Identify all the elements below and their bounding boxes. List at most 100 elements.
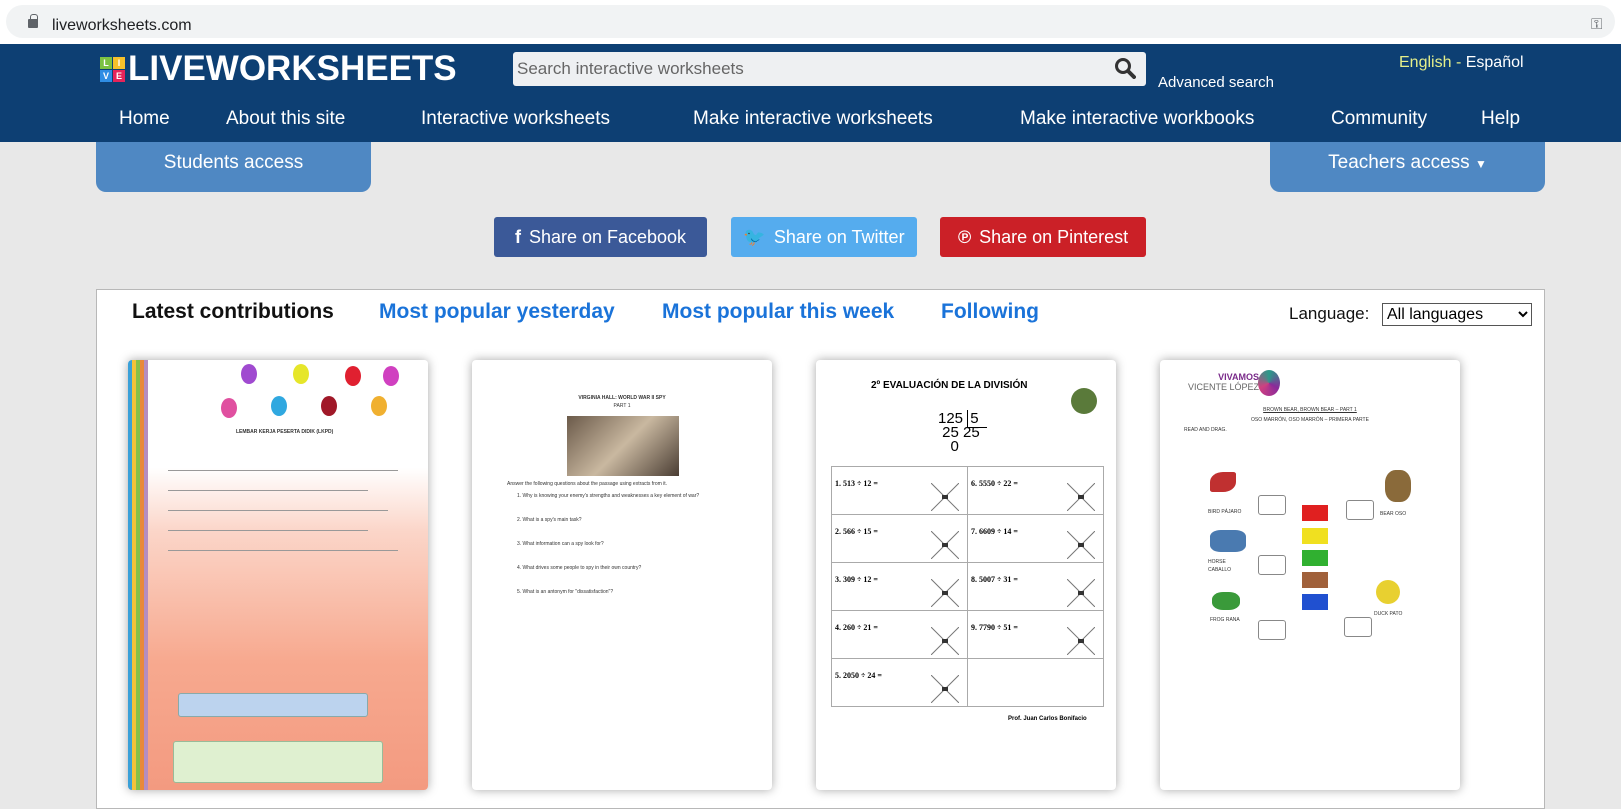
problem-row: 4. 260 ÷ 21 = 9. 7790 ÷ 51 = — [831, 610, 1104, 659]
lock-icon — [28, 14, 38, 28]
tab-most-popular-yesterday[interactable]: Most popular yesterday — [379, 300, 615, 324]
worksheet-author: Prof. Juan Carlos Bonifacio — [1008, 716, 1087, 722]
drop-box[interactable] — [1258, 555, 1286, 575]
vivamos-logo: VIVAMOS VICENTE LÓPEZ — [1188, 372, 1259, 392]
drop-box[interactable] — [1344, 617, 1372, 637]
share-twitter-label: Share on Twitter — [773, 226, 905, 247]
bear-image — [1385, 470, 1411, 502]
nav-home[interactable]: Home — [119, 108, 170, 130]
nav-community[interactable]: Community — [1331, 108, 1427, 130]
drop-box[interactable] — [1346, 500, 1374, 520]
multiply-mark-icon — [1067, 531, 1095, 559]
nav-about[interactable]: About this site — [226, 108, 345, 130]
problem-row: 1. 513 ÷ 12 = 6. 5550 ÷ 22 = — [831, 466, 1104, 515]
search-box — [513, 52, 1146, 86]
teachers-access-button[interactable]: Teachers access ▼ — [1270, 142, 1545, 192]
drop-box[interactable] — [1258, 620, 1286, 640]
site-logo[interactable]: L I V E LIVEWORKSHEETS — [100, 49, 457, 88]
language-label: Language: — [1289, 304, 1370, 323]
caret-down-icon: ▼ — [1474, 157, 1487, 171]
remainder: 0 — [950, 438, 959, 455]
color-chip-blue[interactable] — [1302, 594, 1328, 610]
decorative-dot — [321, 396, 337, 416]
tab-latest-contributions[interactable]: Latest contributions — [132, 300, 334, 324]
division-problem: 6. 5550 ÷ 22 = — [971, 479, 1018, 488]
division-problem: 2. 566 ÷ 15 = — [835, 527, 878, 536]
multiply-mark-icon — [931, 627, 959, 655]
multiply-mark-icon — [1067, 483, 1095, 511]
share-facebook-label: Share on Facebook — [528, 226, 687, 247]
english-link[interactable]: English — [1399, 54, 1451, 71]
worksheet-question: 4. What drives some people to spy in the… — [517, 565, 642, 571]
language-select[interactable]: All languages — [1382, 303, 1532, 326]
worksheet-question: 5. What is an antonym for "dissatisfacti… — [517, 589, 614, 595]
students-access-label: Students access — [163, 152, 304, 173]
students-access-button[interactable]: Students access — [96, 142, 371, 192]
color-chip-brown[interactable] — [1302, 572, 1328, 588]
nav-help[interactable]: Help — [1481, 108, 1520, 130]
worksheet-card[interactable]: 2º EVALUACIÓN DE LA DIVISIÓN 125 5 25 25… — [816, 360, 1116, 790]
drop-box[interactable] — [1258, 495, 1286, 515]
worksheet-instruction: READ AND DRAG. — [1184, 427, 1227, 433]
logo-text: LIVEWORKSHEETS — [128, 49, 457, 88]
share-pinterest-button[interactable]: ℗ Share on Pinterest — [940, 217, 1146, 257]
problem-cell: 5. 2050 ÷ 24 = — [831, 658, 968, 707]
answer-box — [178, 693, 368, 717]
share-facebook-button[interactable]: f Share on Facebook — [494, 217, 707, 257]
multiply-mark-icon — [931, 531, 959, 559]
espanol-link[interactable]: Español — [1466, 54, 1524, 71]
decorative-dot — [345, 366, 361, 386]
division-problem: 8. 5007 ÷ 31 = — [971, 575, 1018, 584]
animal-label: BEAR OSO — [1380, 511, 1407, 517]
logo-block: E — [113, 69, 125, 82]
problem-row: 2. 566 ÷ 15 = 7. 6609 ÷ 14 = — [831, 514, 1104, 563]
division-problem: 4. 260 ÷ 21 = — [835, 623, 878, 632]
problem-cell: 6. 5550 ÷ 22 = — [967, 466, 1104, 515]
nav-make-workbooks[interactable]: Make interactive workbooks — [1020, 108, 1254, 130]
share-twitter-button[interactable]: 🐦 Share on Twitter — [731, 217, 917, 257]
color-chip-yellow[interactable] — [1302, 528, 1328, 544]
frog-image — [1212, 592, 1240, 610]
logo-line: VIVAMOS — [1218, 372, 1260, 382]
problem-cell: 9. 7790 ÷ 51 = — [967, 610, 1104, 659]
color-chip-green[interactable] — [1302, 550, 1328, 566]
vivamos-logo-mark — [1258, 370, 1280, 396]
language-switcher: English - Español — [1399, 54, 1524, 72]
search-icon[interactable] — [1114, 57, 1136, 79]
nav-make-worksheets[interactable]: Make interactive worksheets — [693, 108, 933, 130]
multiply-mark-icon — [1067, 627, 1095, 655]
key-icon[interactable]: ⚿ — [1591, 16, 1602, 33]
multiply-mark-icon — [931, 579, 959, 607]
worksheet-card[interactable]: VIRGINIA HALL: WORLD WAR II SPY PART 1 A… — [472, 360, 772, 790]
tab-following[interactable]: Following — [941, 300, 1039, 324]
share-pinterest-label: Share on Pinterest — [979, 226, 1129, 247]
worksheet-card[interactable]: LEMBAR KERJA PESERTA DIDIK (LKPD) — [128, 360, 428, 790]
worksheet-card[interactable]: VIVAMOS VICENTE LÓPEZ BROWN BEAR, BROWN B… — [1160, 360, 1460, 790]
decorative-dot — [271, 396, 287, 416]
worksheet-question: 3. What information can a spy look for? — [517, 541, 604, 547]
color-chip-red[interactable] — [1302, 505, 1328, 521]
nav-interactive-worksheets[interactable]: Interactive worksheets — [421, 108, 610, 130]
decorative-dot — [241, 364, 257, 384]
worksheet-subtitle: PART 1 — [613, 403, 631, 409]
tab-most-popular-week[interactable]: Most popular this week — [662, 300, 894, 324]
advanced-search-link[interactable]: Advanced search — [1158, 74, 1274, 91]
problem-cell: 7. 6609 ÷ 14 = — [967, 514, 1104, 563]
logo-block: V — [100, 69, 112, 82]
browser-address-bar: liveworksheets.com ⚿ — [0, 0, 1621, 44]
decorative-dot — [293, 364, 309, 384]
logo-blocks: L I V E — [100, 56, 125, 82]
search-input[interactable] — [513, 52, 1073, 86]
division-problem: 5. 2050 ÷ 24 = — [835, 671, 882, 680]
animal-label: HORSE CABALLO — [1208, 559, 1232, 573]
decorative-dot — [371, 396, 387, 416]
logo-line: VICENTE LÓPEZ — [1188, 382, 1260, 392]
division-problem: 7. 6609 ÷ 14 = — [971, 527, 1018, 536]
url-field[interactable]: liveworksheets.com ⚿ — [6, 5, 1615, 38]
problem-cell: 3. 309 ÷ 12 = — [831, 562, 968, 611]
duck-image — [1376, 580, 1400, 604]
multiply-mark-icon — [931, 483, 959, 511]
horse-image — [1210, 530, 1246, 552]
worksheet-subtitle: OSO MARRÓN, OSO MARRÓN – PRIMERA PARTE — [1251, 417, 1369, 423]
worksheet-title: VIRGINIA HALL: WORLD WAR II SPY — [578, 395, 666, 401]
